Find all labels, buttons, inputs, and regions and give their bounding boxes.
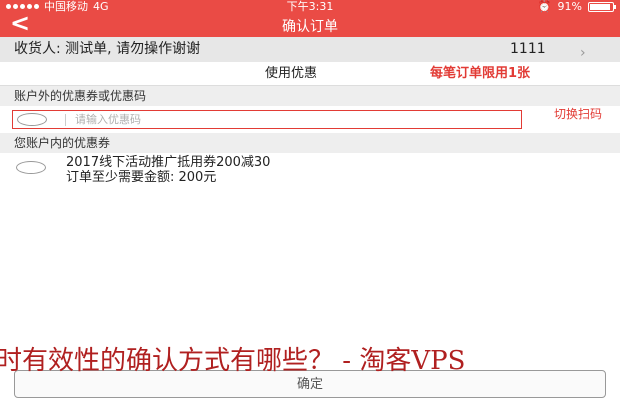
use-coupon-header: 使用优惠 每笔订单限用1张 [0, 62, 620, 86]
overlay-caption: 时有效性的确认方式有哪些？ - 淘客VPS [0, 346, 466, 376]
coupon-name: 2017线下活动推广抵用券200减30 [66, 155, 271, 170]
page-title: 确认订单 [282, 19, 338, 35]
battery-level [590, 3, 611, 10]
coupon-min-amount: 订单至少需要金额: 200元 [66, 170, 217, 185]
receiver-row[interactable]: 收货人: 测试单, 请勿操作谢谢 1111 › [0, 37, 620, 62]
receiver-info: 收货人: 测试单, 请勿操作谢谢 [14, 41, 201, 57]
list-item[interactable]: 2017线下活动推广抵用券200减30 订单至少需要金额: 200元 [0, 153, 620, 188]
limit-note: 每笔订单限用1张 [430, 66, 531, 81]
use-coupon-label: 使用优惠 [265, 66, 318, 81]
alarm-icon: ⏰ [537, 0, 552, 13]
battery-percent: 91% [557, 0, 582, 13]
internal-coupon-section-title: 您账户内的优惠券 [0, 133, 620, 153]
switch-scan-button[interactable]: 切换扫码 [548, 108, 608, 120]
code-radio-button[interactable] [17, 113, 47, 126]
nav-bar: < 确认订单 [0, 10, 620, 37]
coupon-code-box[interactable] [12, 110, 522, 129]
coupon-radio-button[interactable] [16, 161, 46, 174]
coupon-code-row: 切换扫码 [0, 106, 620, 133]
receiver-phone: 1111 [510, 41, 546, 57]
battery-icon [588, 1, 616, 12]
status-time: 下午3:31 [286, 0, 334, 13]
divider [65, 114, 66, 126]
external-coupon-section-title: 账户外的优惠券或优惠码 [0, 86, 620, 106]
status-bar: 中国移动 4G 下午3:31 ⏰ 91% [0, 0, 620, 13]
top-bar: 中国移动 4G 下午3:31 ⏰ 91% < 确认订单 [0, 0, 620, 37]
coupon-code-input[interactable] [75, 112, 515, 127]
status-right: ⏰ 91% [537, 0, 616, 13]
